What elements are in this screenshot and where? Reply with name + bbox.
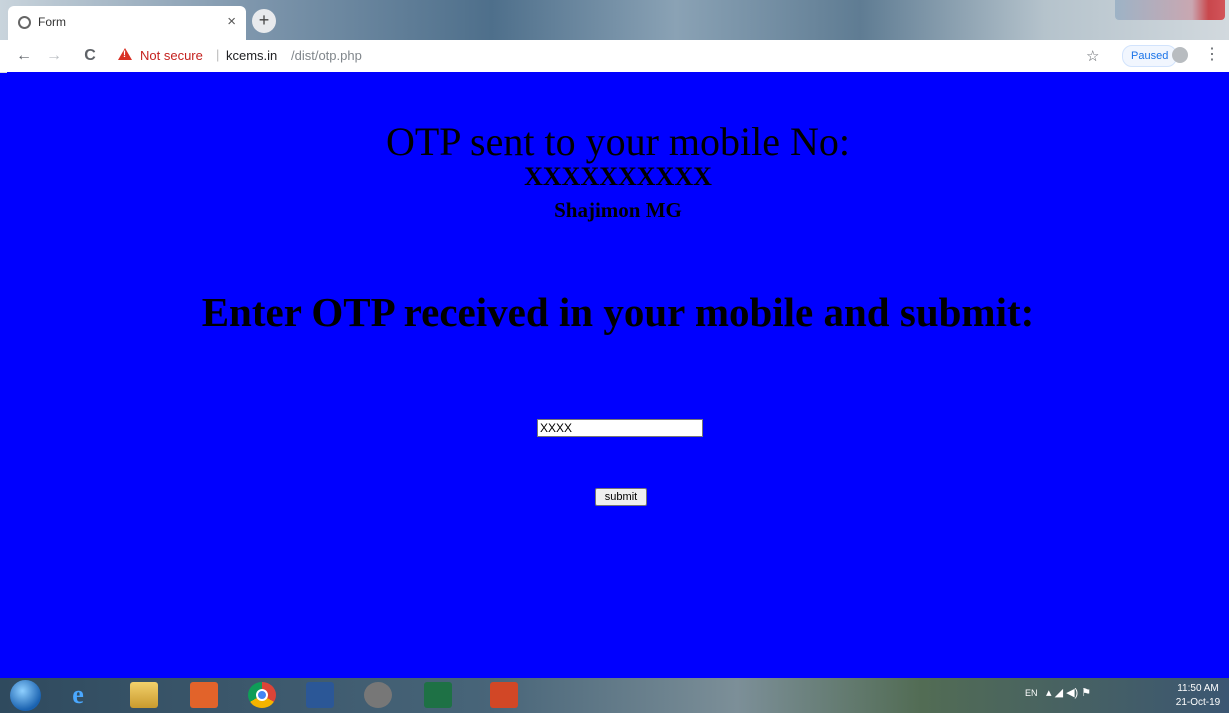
reload-icon[interactable]: C <box>80 46 100 66</box>
language-indicator[interactable]: EN <box>1025 688 1038 698</box>
otp-sent-heading: OTP sent to your mobile No: <box>385 119 851 164</box>
browser-toolbar: ← → C Not secure | kcems.in /dist/otp.ph… <box>0 40 1229 73</box>
profile-paused-chip[interactable]: Paused <box>1122 45 1178 67</box>
file-explorer-icon[interactable] <box>130 682 158 708</box>
enter-otp-heading: Enter OTP received in your mobile and su… <box>201 289 1035 335</box>
globe-icon <box>18 16 31 29</box>
start-button[interactable] <box>10 680 41 711</box>
powerpoint-icon[interactable] <box>490 682 518 708</box>
system-tray-icons[interactable]: ▴ ◢ ◀) ⚑ <box>1046 686 1091 699</box>
browser-tab[interactable]: Form × <box>8 6 246 40</box>
url-path: /dist/otp.php <box>291 48 362 63</box>
warning-icon <box>118 48 132 60</box>
user-name: Shajimon MG <box>554 198 682 222</box>
tab-title: Form <box>38 15 66 29</box>
taskbar: e <box>0 678 1229 713</box>
submit-button[interactable]: submit <box>595 488 647 506</box>
media-player-icon[interactable] <box>190 682 218 708</box>
menu-icon[interactable]: ⋮ <box>1204 44 1220 64</box>
otp-input[interactable] <box>537 419 703 437</box>
masked-mobile-number: XXXXXXXXXX <box>524 162 712 191</box>
back-arrow-icon[interactable]: ← <box>14 46 34 66</box>
tab-close-icon[interactable]: × <box>227 13 236 30</box>
window-controls[interactable] <box>1115 0 1225 20</box>
clock-date[interactable]: 21-Oct-19 <box>1170 697 1226 708</box>
address-bar[interactable]: Not secure | kcems.in /dist/otp.php <box>112 44 1072 68</box>
internet-explorer-icon[interactable]: e <box>64 682 92 708</box>
new-tab-button[interactable]: + <box>252 9 276 33</box>
security-label[interactable]: Not secure <box>140 48 203 63</box>
page-content: OTP sent to your mobile No: XXXXXXXXXX S… <box>7 72 1229 678</box>
avatar[interactable] <box>1172 47 1188 63</box>
excel-icon[interactable] <box>424 682 452 708</box>
chrome-icon[interactable] <box>248 682 276 708</box>
url-separator: | <box>216 47 220 62</box>
clock-time[interactable]: 11:50 AM <box>1170 683 1226 694</box>
camera-icon[interactable] <box>364 682 392 708</box>
forward-arrow-icon[interactable]: → <box>44 46 64 66</box>
browser-tab-strip: Form × + <box>0 0 1229 40</box>
word-icon[interactable] <box>306 682 334 708</box>
bookmark-star-icon[interactable]: ☆ <box>1086 47 1099 65</box>
url-host: kcems.in <box>226 48 278 63</box>
